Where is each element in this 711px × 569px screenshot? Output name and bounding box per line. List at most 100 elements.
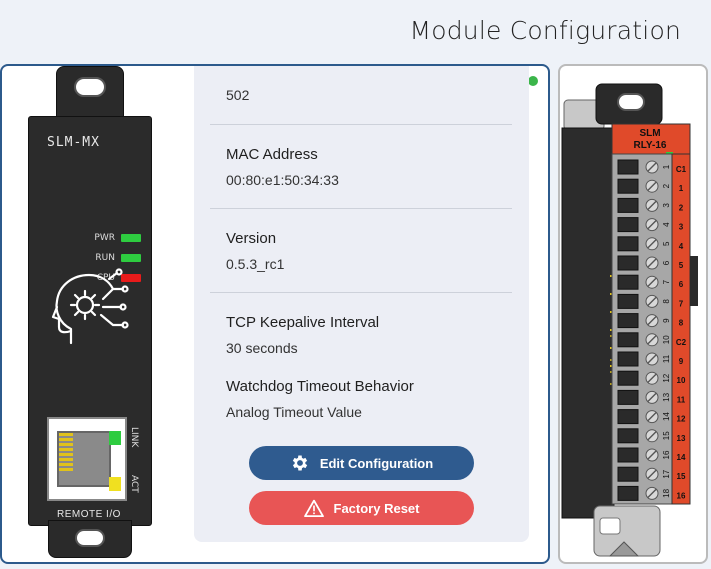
wire-slot bbox=[617, 332, 639, 348]
tcp-keepalive-field: TCP Keepalive Interval 30 seconds bbox=[226, 314, 379, 356]
pin-number: 10 bbox=[662, 335, 671, 344]
mac-address-label: MAC Address bbox=[226, 146, 318, 163]
page-title: Module Configuration bbox=[409, 16, 681, 45]
pin-number: 3 bbox=[662, 203, 671, 208]
led-run: RUN bbox=[95, 253, 141, 263]
factory-reset-button[interactable]: Factory Reset bbox=[249, 491, 474, 525]
ethernet-port bbox=[47, 417, 127, 501]
watchdog-label: Watchdog Timeout Behavior bbox=[226, 378, 414, 395]
module-body bbox=[561, 127, 615, 519]
terminal-label: C2 bbox=[676, 338, 687, 347]
link-label: LINK bbox=[129, 427, 139, 448]
pin-number: 7 bbox=[662, 279, 671, 284]
pin-number: 13 bbox=[662, 392, 671, 401]
factory-reset-label: Factory Reset bbox=[333, 500, 420, 516]
terminal-label: 15 bbox=[677, 472, 686, 481]
pin-number: 11 bbox=[662, 354, 671, 363]
terminal-label: 9 bbox=[679, 357, 684, 366]
version-value: 0.5.3_rc1 bbox=[226, 256, 285, 272]
config-info-panel: 502 MAC Address 00:80:e1:50:34:33 Versio… bbox=[194, 66, 529, 542]
wire-slot bbox=[617, 370, 639, 386]
edit-configuration-button[interactable]: Edit Configuration bbox=[249, 446, 474, 480]
pin-number: 17 bbox=[662, 469, 671, 478]
terminal-label: 13 bbox=[677, 434, 686, 443]
side-latch bbox=[690, 256, 698, 306]
pin-number: 6 bbox=[662, 260, 671, 265]
gear-icon bbox=[292, 455, 307, 471]
led-pwr: PWR bbox=[94, 233, 141, 243]
terminal-label: 5 bbox=[679, 261, 684, 270]
watchdog-field: Watchdog Timeout Behavior Analog Timeout… bbox=[226, 378, 414, 420]
status-indicator bbox=[528, 76, 538, 86]
bottom-mounting-tab bbox=[48, 520, 132, 558]
terminal-label: 2 bbox=[679, 203, 684, 212]
pin-number: 1 bbox=[662, 164, 671, 169]
terminal-label: 14 bbox=[677, 453, 686, 462]
wire-slot bbox=[617, 389, 639, 405]
terminal-label: 10 bbox=[677, 376, 686, 385]
terminal-label: 4 bbox=[679, 242, 684, 251]
device-model-label: SLM-MX bbox=[47, 135, 100, 150]
wire-slot bbox=[617, 255, 639, 271]
device-body: SLM-MX PWR RUN CPU LINK ACT REMOTE I/O bbox=[28, 116, 152, 526]
top-mounting-tab bbox=[56, 66, 124, 118]
terminal-label: 3 bbox=[679, 223, 684, 232]
watchdog-value: Analog Timeout Value bbox=[226, 404, 362, 420]
port-value: 502 bbox=[226, 87, 250, 103]
warning-icon bbox=[303, 499, 324, 517]
pin-number: 12 bbox=[662, 373, 671, 382]
wire-slot bbox=[617, 351, 639, 367]
tcp-keepalive-value: 30 seconds bbox=[226, 340, 298, 356]
mounting-hole bbox=[617, 93, 645, 111]
wire-slot bbox=[617, 409, 639, 425]
act-led-icon bbox=[109, 477, 121, 491]
wire-slot bbox=[617, 485, 639, 501]
ai-brain-icon bbox=[51, 268, 129, 345]
relay-module-card[interactable]: SLM RLY-16 1 C1 2 1 3 2 4 3 5 4 6 5 7 6 8 7 9 8 10 C2 11 9 12 10 1… bbox=[558, 64, 708, 564]
terminal-label: 1 bbox=[679, 184, 684, 193]
pin-number: 14 bbox=[662, 412, 671, 421]
pin-number: 4 bbox=[662, 222, 671, 227]
pin-number: 15 bbox=[662, 431, 671, 440]
terminal-label: C1 bbox=[676, 165, 687, 174]
version-field: Version 0.5.3_rc1 bbox=[226, 230, 284, 272]
divider bbox=[210, 292, 512, 293]
module-card: SLM-MX PWR RUN CPU LINK ACT REMOTE I/O 5… bbox=[0, 64, 550, 564]
module-brand: SLM bbox=[639, 128, 660, 139]
pin-number: 5 bbox=[662, 241, 671, 246]
run-led-icon bbox=[121, 254, 141, 262]
wire-slot bbox=[617, 466, 639, 482]
version-label: Version bbox=[226, 230, 277, 247]
mac-address-field: MAC Address 00:80:e1:50:34:33 bbox=[226, 146, 339, 188]
mac-address-value: 00:80:e1:50:34:33 bbox=[226, 172, 339, 188]
terminal-label: 12 bbox=[677, 415, 686, 424]
wire-slot bbox=[617, 236, 639, 252]
divider bbox=[210, 208, 512, 209]
wire-slot bbox=[617, 428, 639, 444]
pin-number: 2 bbox=[662, 183, 671, 188]
pwr-led-icon bbox=[121, 234, 141, 242]
act-label: ACT bbox=[129, 475, 139, 493]
wire-slot bbox=[617, 313, 639, 329]
tcp-keepalive-label: TCP Keepalive Interval bbox=[226, 314, 380, 331]
wire-slot bbox=[617, 159, 639, 175]
terminal-label: 7 bbox=[679, 299, 684, 308]
terminal-label: 8 bbox=[679, 319, 684, 328]
wire-slot bbox=[617, 217, 639, 233]
terminal-label: 11 bbox=[677, 395, 686, 404]
rly-16-module-illustration: SLMRLY-161 C12 13 24 35 46 57 68 79 810 C211 912 101… bbox=[561, 83, 698, 557]
wire-slot bbox=[617, 178, 639, 194]
terminal-label: 16 bbox=[677, 491, 686, 500]
port-field: 502 bbox=[226, 78, 249, 103]
pin-number: 16 bbox=[662, 450, 671, 459]
wire-slot bbox=[617, 447, 639, 463]
terminal-label: 6 bbox=[679, 280, 684, 289]
pin-number: 18 bbox=[662, 488, 671, 497]
clip-window bbox=[599, 517, 621, 535]
module-model: RLY-16 bbox=[634, 140, 667, 151]
wire-slot bbox=[617, 197, 639, 213]
wire-slot bbox=[617, 293, 639, 309]
pin-number: 8 bbox=[662, 299, 671, 304]
divider bbox=[210, 124, 512, 125]
wire-slot bbox=[617, 274, 639, 290]
